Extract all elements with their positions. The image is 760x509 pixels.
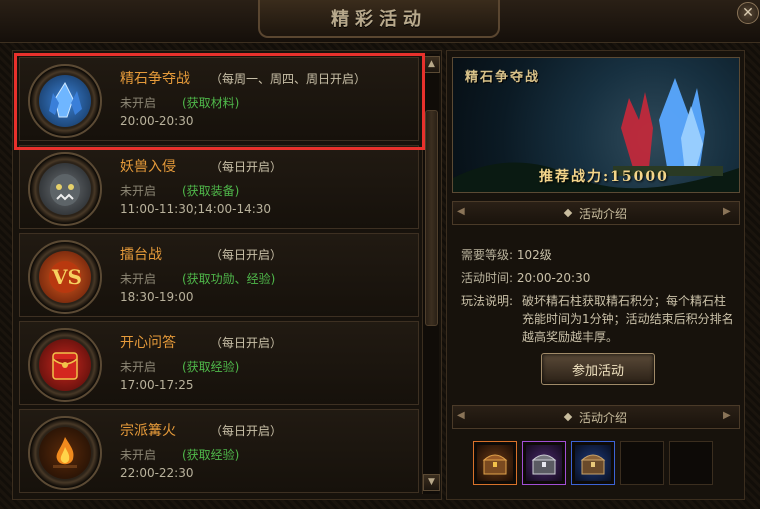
treasure-chest-purple-icon bbox=[526, 445, 562, 481]
activity-status: 未开启 bbox=[120, 272, 157, 286]
activity-icon-frame: VS bbox=[28, 240, 102, 314]
chevron-right-icon: ▶ bbox=[723, 410, 731, 421]
versus-icon: VS bbox=[39, 251, 91, 303]
activity-time-label: 活动时间: bbox=[461, 271, 514, 285]
activity-icon-frame bbox=[28, 416, 102, 490]
rules-label: 玩法说明: bbox=[461, 294, 514, 308]
activity-item-leitai[interactable]: VS 擂台战 （每日开启） 未开启 (获取功勋、经验) 18:30-19:00 bbox=[19, 233, 419, 317]
window-title: 精彩活动 bbox=[331, 9, 427, 30]
activity-item-jingshi[interactable]: 精石争夺战 （每周一、周四、周日开启） 未开启 (获取材料) 20:00-20:… bbox=[19, 57, 419, 141]
activity-reward: (获取经验) bbox=[182, 448, 240, 462]
reward-slot[interactable] bbox=[473, 441, 517, 485]
activity-schedule: （每日开启） bbox=[210, 424, 283, 438]
close-button[interactable]: ✕ bbox=[737, 2, 759, 24]
activity-item-gouhuo[interactable]: 宗派篝火 （每日开启） 未开启 (获取经验) 22:00-22:30 bbox=[19, 409, 419, 493]
scroll-up-icon[interactable]: ▲ bbox=[423, 56, 440, 73]
bonfire-icon bbox=[39, 427, 91, 479]
chevron-left-icon: ◀ bbox=[457, 206, 465, 217]
chevron-left-icon: ◀ bbox=[457, 410, 465, 421]
activity-name: 妖兽入侵 bbox=[120, 159, 176, 175]
activity-name: 擂台战 bbox=[120, 247, 162, 263]
activity-status: 未开启 bbox=[120, 96, 157, 110]
activity-schedule: （每周一、周四、周日开启） bbox=[210, 72, 367, 86]
treasure-chest-blue-icon bbox=[575, 445, 611, 481]
rules-row: 玩法说明: 破坏精石柱获取精石积分；每个精石柱充能时间为1分钟；活动结束后积分排… bbox=[461, 292, 736, 344]
activity-time: 22:00-22:30 bbox=[120, 466, 194, 480]
banner-recommended-power: 推荐战力:15000 bbox=[539, 169, 669, 185]
activity-time: 20:00-20:30 bbox=[120, 114, 194, 128]
svg-text:VS: VS bbox=[51, 265, 82, 289]
required-level-row: 需要等级: 102级 bbox=[461, 246, 552, 263]
crystal-icon bbox=[39, 75, 91, 127]
activity-reward: (获取装备) bbox=[182, 184, 240, 198]
activity-time-value: 20:00-20:30 bbox=[516, 271, 591, 285]
activity-item-yaoshou[interactable]: 妖兽入侵 （每日开启） 未开启 (获取装备) 11:00-11:30;14:00… bbox=[19, 145, 419, 229]
rules-text: 破坏精石柱获取精石积分；每个精石柱充能时间为1分钟；活动结束后积分排名越高奖励越… bbox=[522, 294, 734, 344]
reward-slot-empty bbox=[669, 441, 713, 485]
activity-list-scrollbar[interactable]: ▲ ▼ bbox=[422, 54, 440, 494]
beast-icon bbox=[39, 163, 91, 215]
activity-name: 精石争夺战 bbox=[120, 71, 190, 87]
activity-time: 11:00-11:30;14:00-14:30 bbox=[120, 202, 272, 216]
section-header-intro: ◀ 活动介绍 ▶ bbox=[452, 201, 740, 225]
activity-status: 未开启 bbox=[120, 360, 157, 374]
activity-icon-frame bbox=[28, 152, 102, 226]
section-header-rewards: ◀ 活动介绍 ▶ bbox=[452, 405, 740, 429]
activity-name: 开心问答 bbox=[120, 335, 176, 351]
banner-title: 精石争夺战 bbox=[465, 70, 541, 85]
title-plate: 精彩活动 bbox=[258, 0, 500, 38]
activity-status: 未开启 bbox=[120, 448, 157, 462]
section-title: 活动介绍 bbox=[578, 410, 627, 425]
activity-schedule: （每日开启） bbox=[210, 160, 283, 174]
activity-time-row: 活动时间: 20:00-20:30 bbox=[461, 269, 590, 286]
activity-icon-frame bbox=[28, 64, 102, 138]
activity-item-wenda[interactable]: 开心问答 （每日开启） 未开启 (获取经验) 17:00-17:25 bbox=[19, 321, 419, 405]
activity-list: 精石争夺战 （每周一、周四、周日开启） 未开启 (获取材料) 20:00-20:… bbox=[12, 50, 442, 500]
activity-reward: (获取功勋、经验) bbox=[182, 272, 276, 286]
activity-schedule: （每日开启） bbox=[210, 248, 283, 262]
diamond-icon bbox=[563, 208, 573, 218]
chevron-right-icon: ▶ bbox=[723, 206, 731, 217]
diamond-icon bbox=[563, 412, 573, 422]
activity-status: 未开启 bbox=[120, 184, 157, 198]
activity-icon-frame bbox=[28, 328, 102, 402]
activity-reward: (获取经验) bbox=[182, 360, 240, 374]
scroll-down-icon[interactable]: ▼ bbox=[423, 474, 440, 491]
title-bar: 精彩活动 ✕ bbox=[0, 0, 760, 43]
activity-time: 18:30-19:00 bbox=[120, 290, 194, 304]
activity-name: 宗派篝火 bbox=[120, 423, 176, 439]
section-title: 活动介绍 bbox=[578, 206, 627, 221]
activity-banner: 精石争夺战 推荐战力:15000 bbox=[452, 57, 740, 193]
activity-schedule: （每日开启） bbox=[210, 336, 283, 350]
reward-slot[interactable] bbox=[522, 441, 566, 485]
activity-detail-panel: 精石争夺战 推荐战力:15000 ◀ 活动介绍 ▶ 需要等级: 102级 活动时… bbox=[446, 50, 745, 500]
reward-slot-empty bbox=[620, 441, 664, 485]
activity-reward: (获取材料) bbox=[182, 96, 240, 110]
reward-slot[interactable] bbox=[571, 441, 615, 485]
join-activity-button[interactable]: 参加活动 bbox=[541, 353, 655, 385]
red-envelope-icon bbox=[39, 339, 91, 391]
treasure-chest-orange-icon bbox=[477, 445, 513, 481]
required-level-value: 102级 bbox=[516, 248, 552, 262]
required-level-label: 需要等级: bbox=[461, 248, 514, 262]
scrollbar-thumb[interactable] bbox=[425, 110, 438, 326]
activity-time: 17:00-17:25 bbox=[120, 378, 194, 392]
